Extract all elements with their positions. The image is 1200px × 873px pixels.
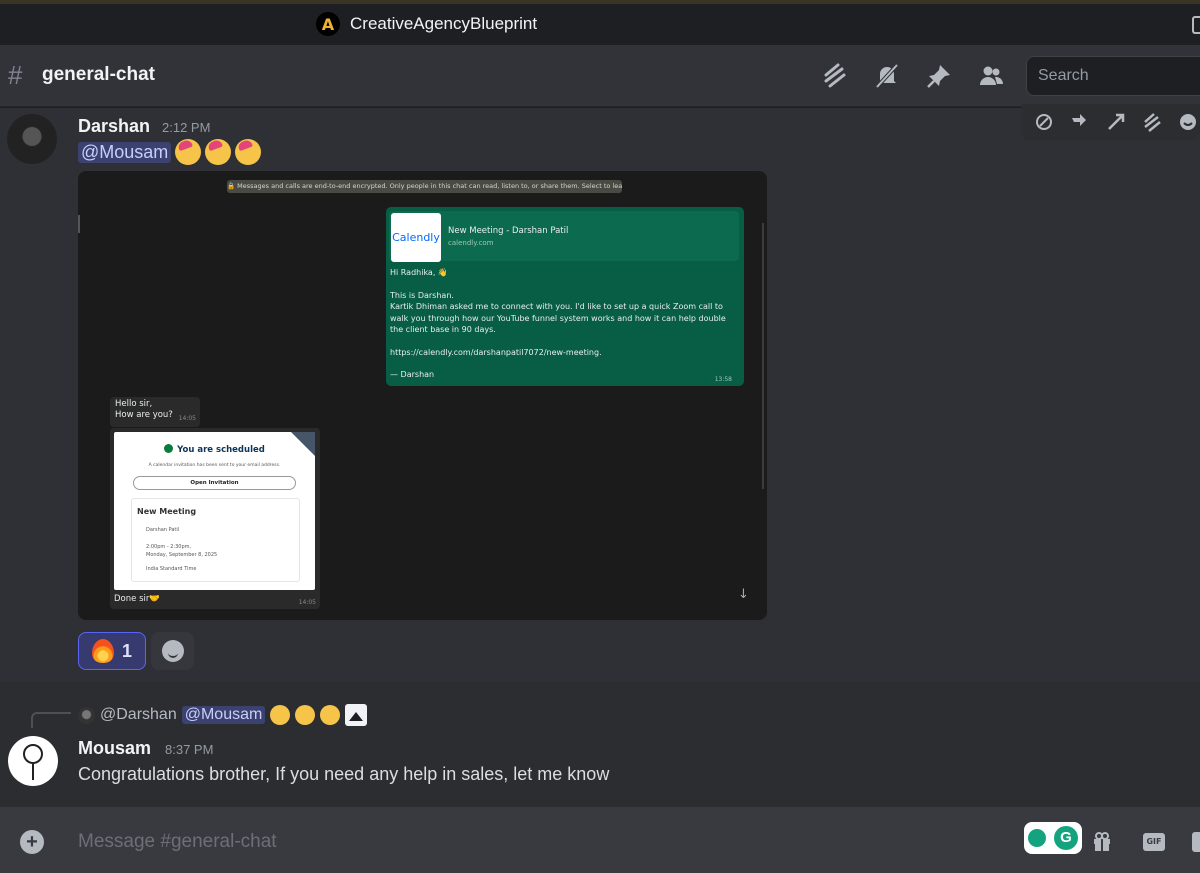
- calendly-confirmation-card: You are scheduled A calendar invitation …: [114, 432, 315, 590]
- search-placeholder: Search: [1038, 67, 1089, 84]
- server-name: CreativeAgencyBlueprint: [350, 14, 538, 33]
- add-reaction-icon[interactable]: [1178, 112, 1198, 132]
- meeting-timezone: India Standard Time: [146, 566, 197, 572]
- title-bar: A CreativeAgencyBlueprint: [0, 0, 1200, 45]
- replied-avatar: [78, 706, 95, 724]
- server-header[interactable]: A CreativeAgencyBlueprint: [316, 12, 537, 36]
- author-name[interactable]: Darshan: [78, 116, 150, 137]
- partying-face-emoji: [320, 705, 341, 725]
- meeting-host: Darshan Patil: [146, 527, 180, 533]
- outgoing-whatsapp-bubble: Calendly New Meeting - Darshan Patil cal…: [386, 207, 744, 386]
- user-mention[interactable]: @Mousam: [78, 141, 172, 163]
- message-content: @Mousam: [78, 139, 262, 165]
- scheduled-title: You are scheduled: [114, 444, 315, 455]
- link-preview: Calendly New Meeting - Darshan Patil cal…: [389, 211, 739, 262]
- message-action-bar: [1022, 104, 1200, 140]
- mute-bell-icon[interactable]: [874, 63, 900, 89]
- author-name[interactable]: Mousam: [78, 738, 151, 759]
- pin-icon[interactable]: [926, 63, 952, 89]
- reaction-fire[interactable]: 1: [78, 632, 146, 670]
- reply-icon[interactable]: [1070, 112, 1090, 132]
- calendly-logo: Calendly: [391, 213, 441, 262]
- scroll-down-icon: ↓: [738, 587, 749, 602]
- replied-mention[interactable]: @Mousam: [181, 706, 266, 724]
- calendly-url: https://calendly.com/darshanpatil7072/ne…: [390, 347, 602, 357]
- meeting-title: New Meeting: [137, 507, 197, 516]
- replied-author[interactable]: @Darshan: [100, 706, 177, 724]
- server-logo: A: [316, 12, 340, 36]
- channel-header: # general-chat Search: [0, 45, 1200, 107]
- encryption-notice: 🔒 Messages and calls are end-to-end encr…: [227, 180, 622, 193]
- stick-figure-body: [32, 764, 34, 780]
- message-darshan[interactable]: Darshan 2:12 PM @Mousam 🔒 Messages and c…: [0, 104, 1200, 682]
- grammarly-widget[interactable]: G: [1024, 822, 1082, 854]
- partying-face-emoji: [175, 139, 202, 165]
- partying-face-emoji: [235, 139, 262, 165]
- upload-plus-button[interactable]: +: [20, 830, 44, 854]
- image-caption: Done sir🤝: [114, 594, 160, 604]
- incoming-line-1: Hello sir,: [115, 399, 153, 409]
- image-attachment[interactable]: 🔒 Messages and calls are end-to-end encr…: [78, 171, 767, 620]
- greeting: Hi Radhika, 👋: [390, 268, 448, 277]
- search-input[interactable]: Search: [1026, 56, 1200, 96]
- body-text: Kartik Dhiman asked me to connect with y…: [390, 302, 726, 334]
- members-icon[interactable]: [978, 63, 1004, 89]
- gif-button[interactable]: GIF: [1143, 833, 1165, 851]
- link-title: New Meeting - Darshan Patil: [448, 226, 569, 236]
- bubble-time: 14:05: [298, 599, 316, 606]
- threads-icon[interactable]: [1142, 112, 1162, 132]
- message-input[interactable]: [78, 827, 978, 857]
- partying-face-emoji: [295, 705, 316, 725]
- add-reaction-icon: [161, 640, 184, 662]
- reaction-count: 1: [121, 640, 132, 661]
- avatar-mousam[interactable]: [8, 736, 58, 786]
- scheduled-subtitle: A calendar invitation has been sent to y…: [148, 463, 281, 468]
- message-timestamp: 8:37 PM: [165, 742, 214, 757]
- bubble-time: 14:05: [178, 415, 196, 422]
- signoff: — Darshan: [390, 370, 435, 379]
- message-composer: + G GIF: [0, 807, 1200, 873]
- image-icon: [345, 704, 368, 726]
- window-control-icon[interactable]: [1192, 16, 1200, 34]
- sticker-icon[interactable]: [1192, 832, 1200, 852]
- outgoing-text: Hi Radhika, 👋 This is Darshan. Kartik Dh…: [390, 267, 740, 381]
- lightbulb-icon[interactable]: [1028, 829, 1046, 847]
- open-invitation-button: Open Invitation: [133, 476, 296, 490]
- partying-face-emoji: [270, 705, 291, 725]
- link-domain: calendly.com: [448, 239, 494, 247]
- channel-name: general-chat: [42, 64, 155, 85]
- hash-icon: #: [8, 60, 23, 90]
- meeting-date: Monday, September 8, 2025: [146, 552, 218, 558]
- fire-emoji: [91, 639, 114, 663]
- meeting-time: 2:00pm - 2:30pm,: [146, 544, 192, 550]
- divider: [78, 215, 80, 233]
- avatar-darshan[interactable]: [7, 114, 57, 164]
- scheduled-image-bubble: You are scheduled A calendar invitation …: [110, 428, 320, 609]
- meeting-details: New Meeting Darshan Patil 2:00pm - 2:30p…: [131, 498, 300, 582]
- message-timestamp: 2:12 PM: [162, 120, 211, 135]
- incoming-whatsapp-bubble: Hello sir, How are you? 14:05: [110, 397, 200, 427]
- gift-icon[interactable]: [1092, 832, 1112, 852]
- add-link-icon[interactable]: [1034, 112, 1054, 132]
- check-icon: [164, 444, 174, 453]
- bubble-time: 13:58: [714, 376, 732, 383]
- intro-line: This is Darshan.: [390, 290, 454, 300]
- scrollbar: [762, 223, 764, 489]
- reply-reference[interactable]: @Darshan @Mousam: [78, 704, 368, 726]
- add-reaction-button[interactable]: [151, 632, 194, 670]
- grammarly-icon[interactable]: G: [1054, 826, 1078, 850]
- partying-face-emoji: [205, 139, 232, 165]
- stick-figure-head: [23, 744, 43, 764]
- message-text: Congratulations brother, If you need any…: [78, 764, 610, 784]
- forward-icon[interactable]: [1106, 112, 1126, 132]
- threads-icon[interactable]: [822, 63, 848, 89]
- message-list: Darshan 2:12 PM @Mousam 🔒 Messages and c…: [0, 104, 1200, 807]
- reply-connector: [31, 712, 71, 728]
